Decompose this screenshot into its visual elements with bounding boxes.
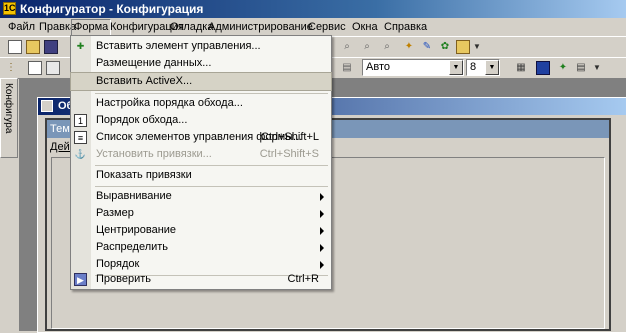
menu-item-shortcut: Ctrl+Shift+L [260, 131, 319, 143]
open-folder-icon[interactable] [26, 40, 40, 54]
menu-item-label: Центрирование [96, 224, 177, 236]
menu-item-data-placement[interactable]: Размещение данных... [71, 55, 331, 72]
menu-item-tab-order[interactable]: 1 Порядок обхода... [71, 112, 331, 129]
font-combo-value: Авто [366, 61, 390, 73]
save-icon[interactable] [44, 40, 58, 54]
check-icon: ▶ [74, 273, 87, 286]
submenu-arrow-icon [320, 210, 324, 218]
font-combo[interactable]: Авто ▼ [362, 59, 464, 76]
menu-item-alignment[interactable]: Выравнивание [71, 188, 331, 205]
menu-item-distribute[interactable]: Распределить [71, 239, 331, 256]
tools-icon[interactable]: ✦ [402, 40, 416, 54]
menu-item-label: Распределить [96, 241, 169, 253]
properties-icon[interactable] [536, 61, 550, 75]
replace-icon[interactable]: ⌕ [360, 40, 374, 54]
grip-icon: ⋮ [6, 62, 16, 73]
config-side-tab-label: Конфигура [3, 83, 14, 134]
menu-item-label: Вставить ActiveX... [96, 75, 193, 87]
menu-service[interactable]: Сервис [306, 20, 348, 35]
submenu-arrow-icon [320, 193, 324, 201]
menu-item-check[interactable]: ▶ Проверить Ctrl+R [71, 271, 331, 288]
submenu-arrow-icon [320, 227, 324, 235]
submenu-arrow-icon [320, 261, 324, 269]
window-title: Конфигуратор - Конфигурация [20, 2, 204, 16]
menu-separator [95, 186, 328, 187]
menu-item-set-bindings: ⚓ Установить привязки... Ctrl+Shift+S [71, 146, 331, 163]
app-logo-icon: 1C [3, 2, 16, 15]
menu-file[interactable]: Файл [6, 20, 37, 35]
module-icon[interactable] [456, 40, 470, 54]
run-icon[interactable]: ✿ [438, 40, 452, 54]
submenu-arrow-icon [320, 244, 324, 252]
search-icon[interactable]: ⌕ [340, 40, 354, 54]
menu-form[interactable]: Форма [71, 19, 112, 36]
menu-item-insert-control[interactable]: ✚ Вставить элемент управления... [71, 38, 331, 55]
menu-item-label: Проверить [96, 273, 152, 285]
menu-item-shortcut: Ctrl+Shift+S [259, 148, 319, 160]
insert-control-icon: ✚ [76, 41, 85, 51]
debug-icon[interactable]: ✎ [420, 40, 434, 54]
menu-item-label: Размер [96, 207, 134, 219]
menu-separator [95, 165, 328, 166]
menu-windows[interactable]: Окна [350, 20, 380, 35]
menu-item-insert-activex[interactable]: Вставить ActiveX... [70, 72, 332, 91]
form-menu-dropdown: ✚ Вставить элемент управления... Размеще… [70, 35, 332, 290]
font-combo-dropdown-icon[interactable]: ▼ [449, 60, 463, 75]
toolbar2-dropdown-icon[interactable]: ▼ [590, 61, 604, 75]
bindings-icon: ⚓ [74, 149, 87, 159]
menu-item-centering[interactable]: Центрирование [71, 222, 331, 239]
menu-item-label: Выравнивание [96, 190, 172, 202]
layout-icon[interactable]: ▦ [514, 61, 528, 75]
menu-item-show-bindings[interactable]: Показать привязки [71, 167, 331, 184]
form-new-icon[interactable] [28, 61, 42, 75]
size-combo-dropdown-icon[interactable]: ▼ [485, 60, 499, 75]
title-bar: 1C Конфигуратор - Конфигурация [0, 0, 626, 18]
grid-icon[interactable]: ▤ [574, 61, 588, 75]
menu-item-label: Настройка порядка обхода... [96, 97, 243, 109]
new-file-icon[interactable] [8, 40, 22, 54]
menu-help[interactable]: Справка [382, 20, 429, 35]
menu-item-tab-order-settings[interactable]: Настройка порядка обхода... [71, 95, 331, 112]
menu-separator [95, 93, 328, 94]
tab-order-icon: 1 [74, 114, 87, 127]
size-combo-value: 8 [470, 61, 477, 73]
menu-item-control-list[interactable]: ≡ Список элементов управления формы... C… [71, 129, 331, 146]
menu-item-label: Вставить элемент управления... [96, 40, 261, 52]
form-copy-icon[interactable] [46, 61, 60, 75]
size-combo[interactable]: 8 ▼ [466, 59, 500, 76]
find-next-icon[interactable]: ⌕ [380, 40, 394, 54]
menu-item-label: Порядок обхода... [96, 114, 188, 126]
menu-item-label: Размещение данных... [96, 57, 212, 69]
align-icon[interactable]: ▤ [340, 61, 354, 75]
menu-administration[interactable]: Администрирование [206, 20, 315, 35]
toolbar-dropdown-icon[interactable]: ▼ [470, 40, 484, 54]
control-list-icon: ≡ [74, 131, 87, 144]
config-side-tab[interactable]: Конфигура [0, 78, 18, 158]
menu-item-label: Показать привязки [96, 169, 192, 181]
magic-icon[interactable]: ✦ [556, 61, 570, 75]
menu-item-label: Установить привязки... [96, 148, 212, 160]
object-window-icon [41, 100, 53, 112]
menu-item-size[interactable]: Размер [71, 205, 331, 222]
menu-item-shortcut: Ctrl+R [287, 273, 319, 285]
